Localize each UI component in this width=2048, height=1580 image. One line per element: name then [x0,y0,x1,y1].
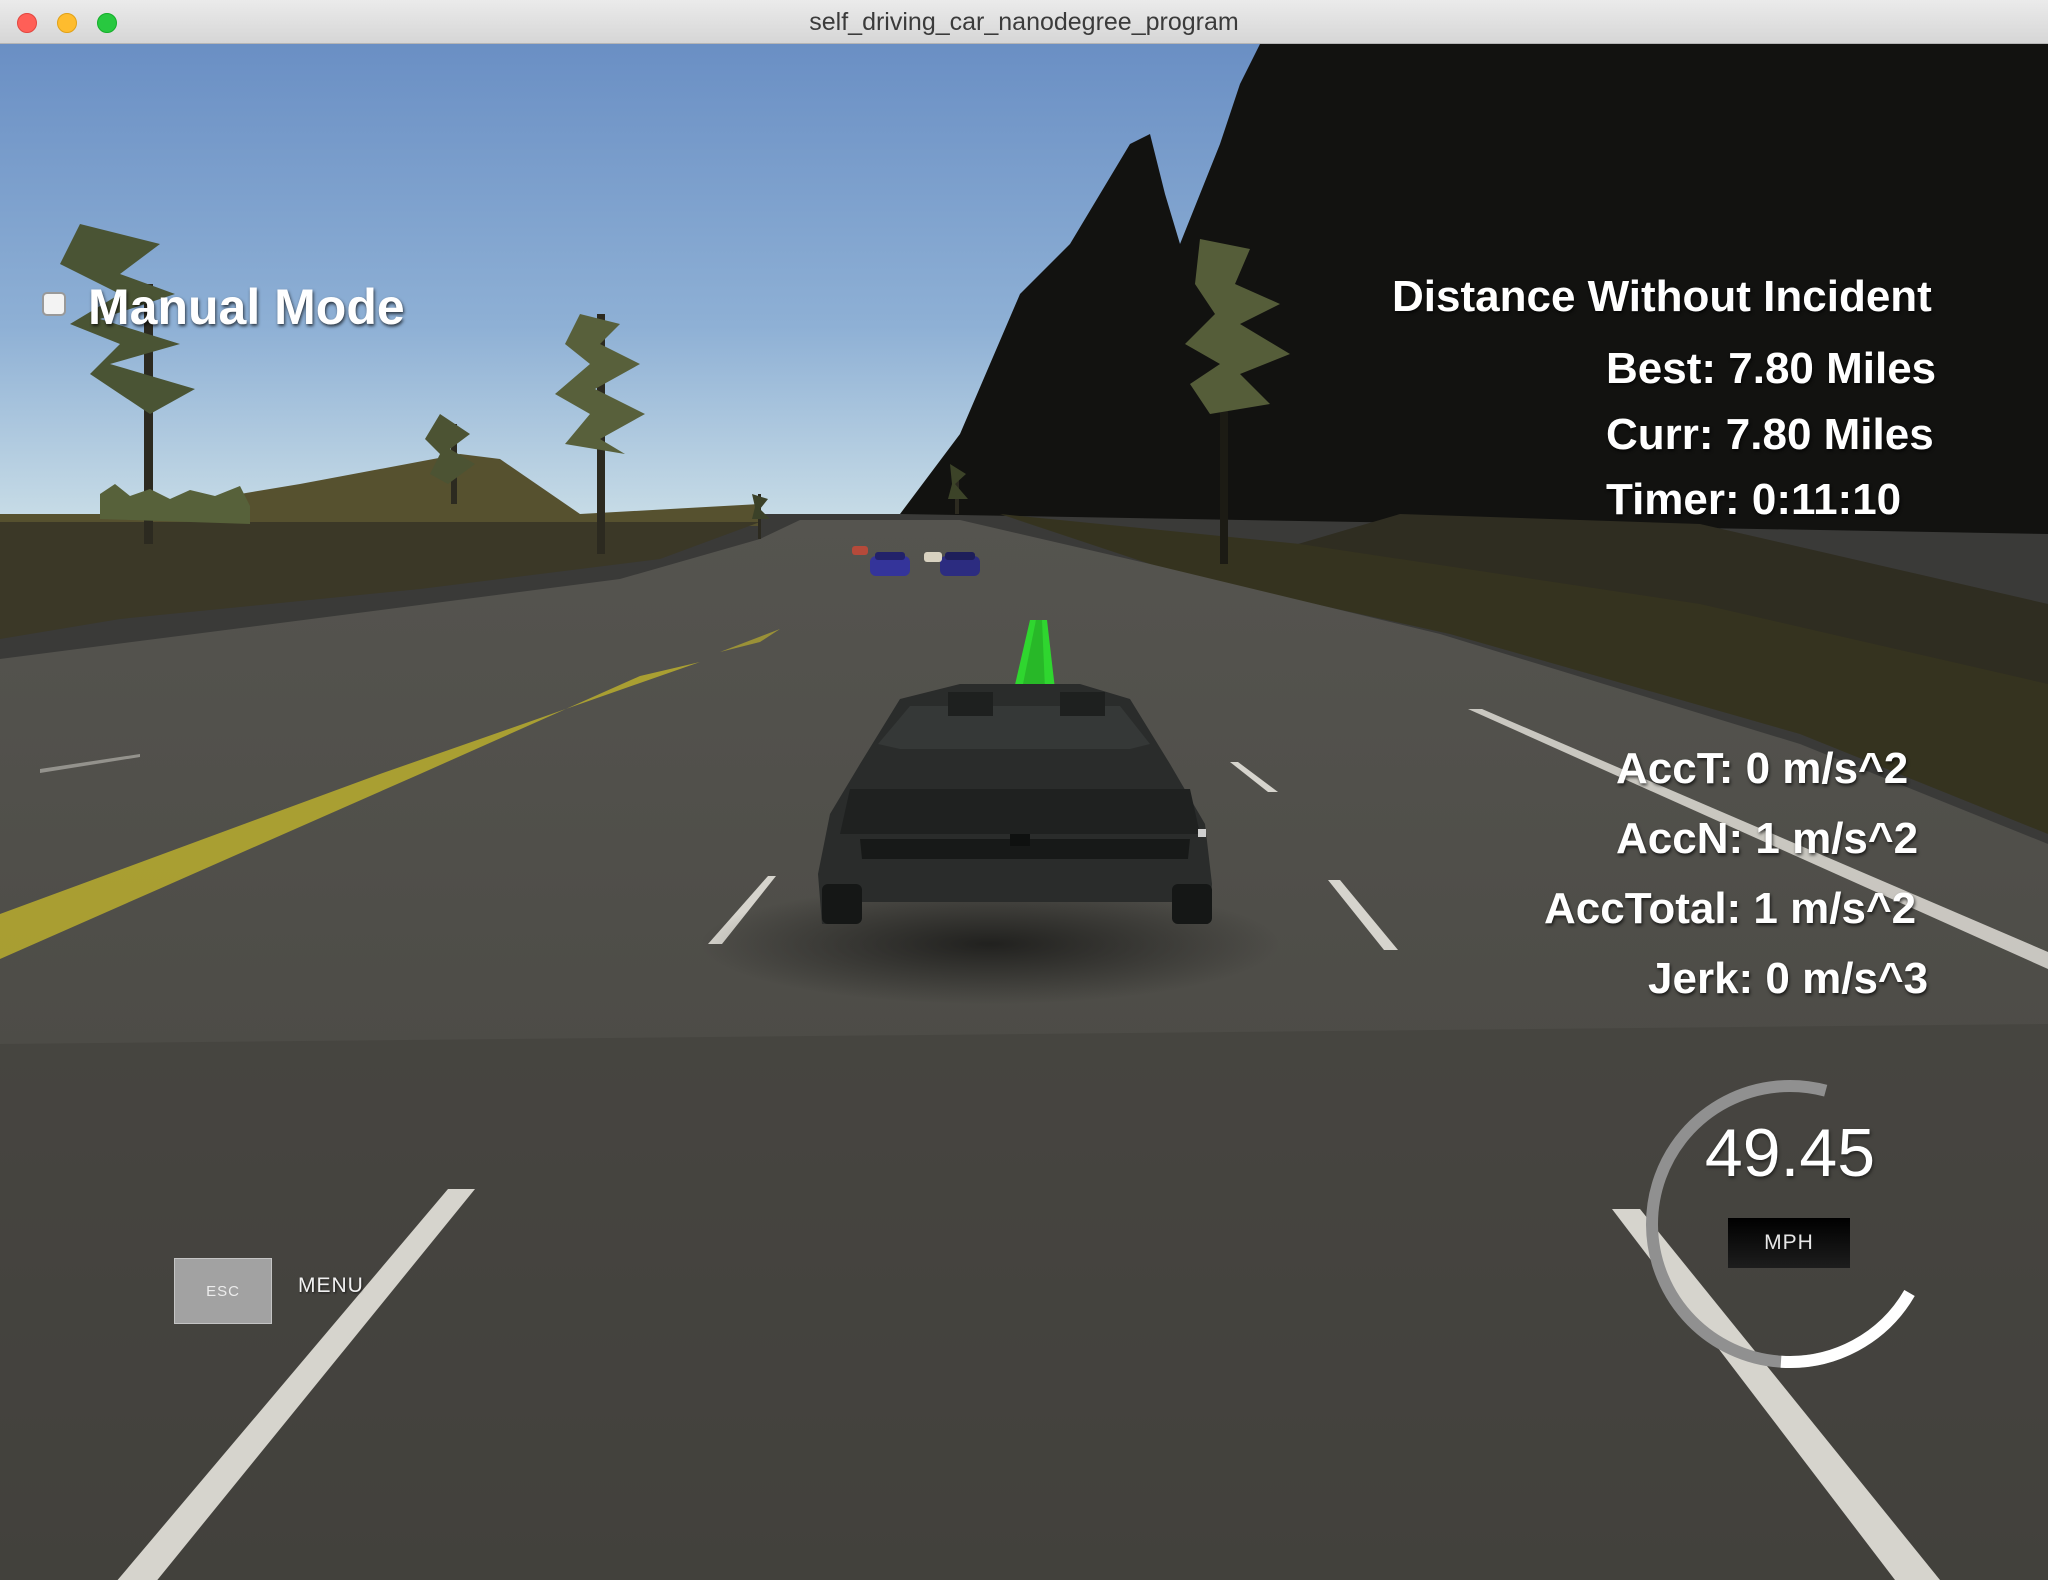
road-foreground [0,1024,2048,1580]
speed-value: 49.45 [1704,1115,1876,1191]
acc-tangential: AccT: 0 m/s^2 [1616,744,1909,793]
simulator-window: self_driving_car_nanodegree_program Manu… [0,0,2048,1580]
distance-heading: Distance Without Incident [1392,272,1932,321]
window-title: self_driving_car_nanodegree_program [809,8,1239,36]
acc-normal: AccN: 1 m/s^2 [1616,814,1919,863]
manual-mode-label: Manual Mode [88,279,405,335]
current-distance: Curr: 7.80 Miles [1606,410,1934,459]
distant-car [870,552,910,576]
menu-label: MENU [298,1274,364,1297]
distant-car [940,552,980,576]
timer: Timer: 0:11:10 [1606,475,1902,524]
manual-mode-checkbox[interactable] [42,292,66,316]
game-viewport: Manual Mode Distance Without Incident Be… [0,44,2048,1580]
acc-total: AccTotal: 1 m/s^2 [1544,884,1917,933]
jerk: Jerk: 0 m/s^3 [1648,954,1929,1003]
distant-car [924,552,942,562]
distant-car [852,546,868,555]
title-bar: self_driving_car_nanodegree_program [0,0,2048,44]
best-distance: Best: 7.80 Miles [1606,344,1937,393]
speed-unit-badge: MPH [1728,1218,1850,1268]
esc-menu-button[interactable]: ESC [174,1258,272,1324]
